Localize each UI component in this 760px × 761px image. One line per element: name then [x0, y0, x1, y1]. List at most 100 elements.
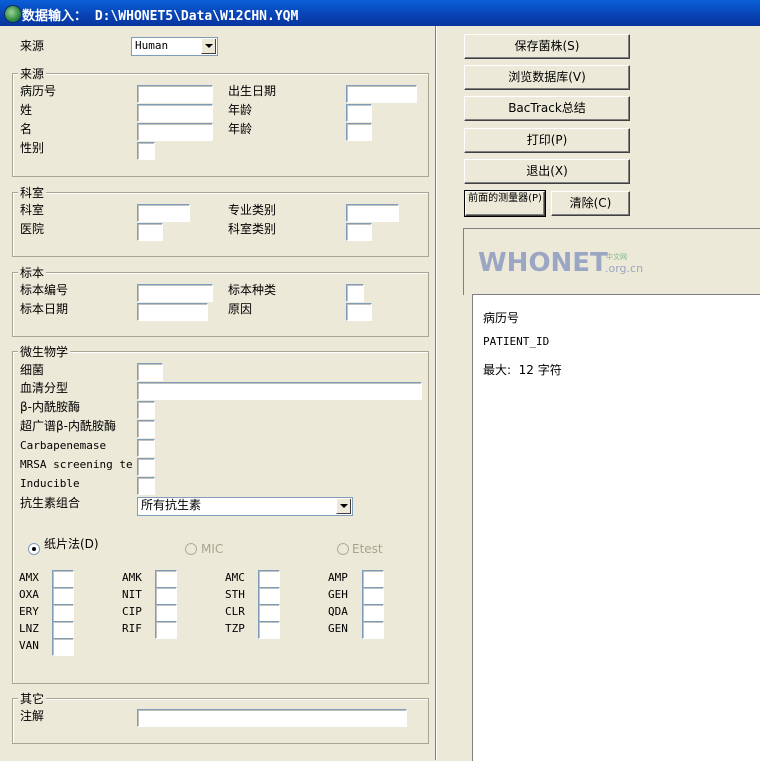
comment-input[interactable]: [137, 709, 407, 727]
whonet-logo-domain: .org.cn: [605, 262, 644, 275]
specimen-date-label: 标本日期: [20, 302, 69, 316]
specialty-input[interactable]: [346, 204, 399, 222]
field-info-panel: 病历号 PATIENT_ID 最大: 12 字符: [472, 294, 760, 761]
method-disk-radio[interactable]: [28, 543, 40, 555]
window-title: 数据输入： D:\WHONET5\Data\W12CHN.YQM: [22, 9, 299, 24]
age-label: 年龄: [228, 103, 253, 117]
ward-type-input[interactable]: [346, 223, 372, 241]
age-label-2: 年龄: [228, 122, 253, 136]
antibiotic-result-input[interactable]: [258, 604, 280, 622]
method-disk-label[interactable]: 纸片法(D): [44, 537, 99, 550]
app-globe-icon: [4, 5, 22, 23]
serotype-label: 血清分型: [20, 381, 69, 395]
specimen-number-input[interactable]: [137, 284, 213, 302]
antibiotic-result-input[interactable]: [155, 621, 177, 639]
antibiotic-label: ERY: [19, 605, 39, 618]
beta-lactamase-input[interactable]: [137, 401, 155, 419]
clear-button[interactable]: 清除(C): [551, 191, 630, 216]
birth-date-label: 出生日期: [228, 84, 277, 98]
antibiotic-result-input[interactable]: [52, 570, 74, 588]
antibiotic-label: AMC: [225, 571, 245, 584]
microbiology-group-title: 微生物学: [18, 345, 71, 359]
bactrack-summary-button[interactable]: BacTrack总结: [464, 96, 630, 121]
antibiotic-result-input[interactable]: [52, 604, 74, 622]
antibiotic-label: TZP: [225, 622, 245, 635]
mrsa-screening-input[interactable]: [137, 458, 155, 476]
field-info-code: PATIENT_ID: [483, 335, 550, 348]
exit-button[interactable]: 退出(X): [464, 159, 630, 184]
method-mic-label: MIC: [201, 542, 224, 556]
last-name-label: 姓: [20, 103, 33, 117]
antibiotic-result-input[interactable]: [52, 621, 74, 639]
antibiotic-result-input[interactable]: [258, 621, 280, 639]
method-mic-radio[interactable]: [185, 543, 197, 555]
title-bar[interactable]: 数据输入： D:\WHONET5\Data\W12CHN.YQM: [0, 0, 760, 26]
antibiotic-result-input[interactable]: [52, 587, 74, 605]
patient-id-label: 病历号: [20, 84, 57, 98]
age-input[interactable]: [346, 104, 372, 122]
ward-label: 科室: [20, 203, 45, 217]
reason-input[interactable]: [346, 303, 372, 321]
browse-database-button[interactable]: 浏览数据库(V): [464, 65, 630, 90]
method-etest-label: Etest: [352, 542, 383, 556]
antibiotic-result-input[interactable]: [52, 638, 74, 656]
antibiotic-label: AMK: [122, 571, 142, 584]
organism-input[interactable]: [137, 363, 163, 381]
reason-label: 原因: [228, 302, 253, 316]
antibiotic-panel-select[interactable]: 所有抗生素: [137, 497, 353, 516]
antibiotic-label: NIT: [122, 588, 142, 601]
birth-date-input[interactable]: [346, 85, 417, 103]
patient-id-input[interactable]: [137, 85, 213, 103]
antibiotic-label: VAN: [19, 639, 39, 652]
antibiotic-result-input[interactable]: [155, 604, 177, 622]
previous-measure-button[interactable]: 前面的测量器(P): [464, 190, 546, 217]
print-button[interactable]: 打印(P): [464, 128, 630, 153]
carbapenemase-input[interactable]: [137, 439, 155, 457]
antibiotic-label: GEN: [328, 622, 348, 635]
antibiotic-result-input[interactable]: [362, 621, 384, 639]
antibiotic-panel-value: 所有抗生素: [141, 498, 202, 512]
chevron-down-icon: [340, 504, 348, 508]
origin-select-value: Human: [135, 39, 169, 52]
field-info-max-length: 最大: 12 字符: [483, 363, 562, 377]
pane-divider-highlight: [436, 26, 437, 760]
antibiotic-result-input[interactable]: [362, 570, 384, 588]
antibiotic-label: OXA: [19, 588, 39, 601]
antibiotic-panel-dropdown-button[interactable]: [336, 499, 351, 514]
save-isolate-button[interactable]: 保存菌株(S): [464, 34, 630, 59]
antibiotic-label: AMX: [19, 571, 39, 584]
sex-input[interactable]: [137, 142, 155, 160]
antibiotic-result-input[interactable]: [155, 570, 177, 588]
hospital-label: 医院: [20, 222, 45, 236]
antibiotic-label: QDA: [328, 605, 348, 618]
antibiotic-label: STH: [225, 588, 245, 601]
antibiotic-result-input[interactable]: [258, 570, 280, 588]
age-input-2[interactable]: [346, 123, 372, 141]
inducible-input[interactable]: [137, 477, 155, 495]
specimen-date-input[interactable]: [137, 303, 208, 321]
origin-select-dropdown-button[interactable]: [201, 39, 216, 54]
first-name-label: 名: [20, 122, 33, 136]
method-etest-radio[interactable]: [337, 543, 349, 555]
specimen-type-input[interactable]: [346, 284, 364, 302]
antibiotic-result-input[interactable]: [155, 587, 177, 605]
ward-type-label: 科室类别: [228, 222, 277, 236]
hospital-input[interactable]: [137, 223, 163, 241]
esbl-input[interactable]: [137, 420, 155, 438]
beta-lactamase-label: β-内酰胺酶: [20, 400, 80, 414]
antibiotic-result-input[interactable]: [362, 604, 384, 622]
antibiotic-panel-label: 抗生素组合: [20, 496, 81, 510]
origin-select[interactable]: Human: [131, 37, 218, 56]
last-name-input[interactable]: [137, 104, 213, 122]
antibiotic-label: AMP: [328, 571, 348, 584]
ward-input[interactable]: [137, 204, 190, 222]
specialty-label: 专业类别: [228, 203, 277, 217]
first-name-input[interactable]: [137, 123, 213, 141]
antibiotic-result-input[interactable]: [362, 587, 384, 605]
chevron-down-icon: [205, 44, 213, 48]
serotype-input[interactable]: [137, 382, 422, 400]
mrsa-screening-label: MRSA screening te: [20, 458, 133, 471]
antibiotic-result-input[interactable]: [258, 587, 280, 605]
specimen-group-title: 标本: [18, 266, 47, 280]
whonet-logo: WHONET: [478, 248, 608, 278]
